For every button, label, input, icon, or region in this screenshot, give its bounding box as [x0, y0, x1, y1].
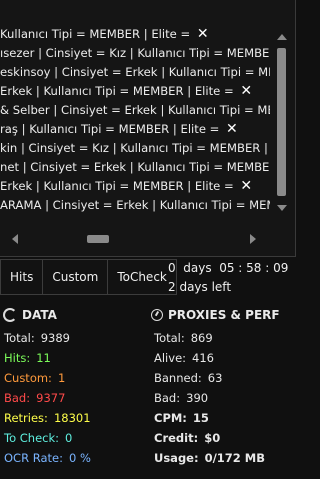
stat-value: 0 — [65, 431, 73, 445]
log-line: ARAMA | Cinsiyet = Erkek | Kullanıcı Tip… — [0, 196, 270, 215]
log-line-text: Kullanıcı Tipi = MEMBER | Elite = — [0, 27, 194, 41]
log-line: Kullanıcı Tipi = MEMBER | Elite = ✕ — [0, 25, 270, 44]
time-left: 2 days left — [168, 280, 232, 294]
proxy-stat-row: Credit: $0 — [154, 428, 220, 448]
stat-label: Alive: — [154, 351, 187, 365]
tab-custom[interactable]: Custom — [42, 259, 108, 295]
proxy-stat-row: Alive: 416 — [154, 348, 214, 368]
stat-value: 1 — [57, 371, 66, 385]
proxies-title: PROXIES & PERF — [168, 308, 280, 322]
stat-value: 9389 — [40, 331, 71, 345]
x-icon: ✕ — [226, 121, 238, 137]
stat-label: To Check: — [4, 431, 60, 445]
data-stat-row: OCR Rate: 0 % — [4, 448, 91, 468]
gauge-icon — [151, 309, 163, 321]
log-line-text: & Selber | Cinsiyet = Erkek | Kullanıcı … — [0, 103, 270, 117]
scroll-right-icon[interactable] — [250, 234, 256, 244]
scroll-down-icon[interactable] — [277, 205, 287, 211]
horizontal-scroll-thumb[interactable] — [87, 235, 109, 243]
log-line: eskinsoy | Cinsiyet = Erkek | Kullanıcı … — [0, 63, 270, 82]
log-line: kin | Cinsiyet = Kız | Kullanıcı Tipi = … — [0, 139, 270, 158]
vertical-scrollbar[interactable] — [271, 0, 293, 226]
log-line: Erkek | Kullanıcı Tipi = MEMBER | Elite … — [0, 82, 270, 101]
scroll-left-icon[interactable] — [12, 234, 18, 244]
log-line: net | Cinsiyet = Erkek | Kullanıcı Tipi … — [0, 158, 270, 177]
log-line-text: raş | Kullanıcı Tipi = MEMBER | Elite = — [0, 122, 224, 136]
data-title: DATA — [22, 308, 57, 322]
stat-label: Bad: — [4, 391, 31, 405]
elapsed-time: 0 days 05 : 58 : 09 — [168, 261, 289, 275]
stat-label: CPM: — [154, 411, 187, 425]
proxy-stat-row: CPM: 15 — [154, 408, 209, 428]
stat-label: Total: — [4, 331, 35, 345]
data-stat-row: Retries: 18301 — [4, 408, 91, 428]
log-line-text: Erkek | Kullanıcı Tipi = MEMBER | Elite … — [0, 84, 238, 98]
proxies-section-title: PROXIES & PERF — [151, 308, 280, 322]
log-line-text: net | Cinsiyet = Erkek | Kullanıcı Tipi … — [0, 160, 270, 174]
log-line: & Selber | Cinsiyet = Erkek | Kullanıcı … — [0, 101, 270, 120]
tab-hits[interactable]: Hits — [0, 259, 43, 295]
log-line-text: Erkek | Kullanıcı Tipi = MEMBER | Elite … — [0, 179, 238, 193]
proxy-stat-row: Banned: 63 — [154, 368, 222, 388]
horizontal-scrollbar[interactable] — [0, 228, 270, 250]
stat-value: 416 — [192, 351, 214, 365]
stat-label: Retries: — [4, 411, 48, 425]
data-stat-row: Total: 9389 — [4, 328, 70, 348]
x-icon: ✕ — [240, 178, 253, 194]
stat-value: 9377 — [36, 391, 66, 405]
log-line-text: ARAMA | Cinsiyet = Erkek | Kullanıcı Tip… — [0, 198, 270, 212]
stat-label: Banned: — [154, 371, 202, 385]
stat-value: $0 — [204, 431, 221, 445]
log-line: ısezer | Cinsiyet = Kız | Kullanıcı Tipi… — [0, 44, 270, 63]
stat-value: 0/172 MB — [204, 451, 265, 465]
stat-value: 18301 — [53, 411, 91, 425]
data-stat-row: Bad: 9377 — [4, 388, 65, 408]
result-tabs: Hits Custom ToCheck — [0, 259, 177, 295]
stat-value: 11 — [36, 351, 51, 365]
stat-label: Bad: — [154, 391, 181, 405]
stat-value: 0 % — [68, 451, 91, 465]
log-panel[interactable]: Kullanıcı Tipi = MEMBER | Elite = ✕ ıseze… — [0, 0, 296, 257]
stat-label: Total: — [154, 331, 185, 345]
x-icon: ✕ — [240, 83, 253, 99]
stat-label: Usage: — [154, 451, 199, 465]
stat-label: Hits: — [4, 351, 31, 365]
stat-label: Custom: — [4, 371, 52, 385]
tab-tocheck[interactable]: ToCheck — [107, 259, 177, 295]
log-line: Erkek | Kullanıcı Tipi = MEMBER | Elite … — [0, 177, 270, 196]
stat-value: 15 — [192, 411, 209, 425]
proxy-stat-row: Total: 869 — [154, 328, 213, 348]
log-line-text: eskinsoy | Cinsiyet = Erkek | Kullanıcı … — [0, 65, 270, 79]
data-stat-row: Custom: 1 — [4, 368, 65, 388]
log-line: raş | Kullanıcı Tipi = MEMBER | Elite = … — [0, 120, 270, 139]
proxy-stat-row: Usage: 0/172 MB — [154, 448, 265, 468]
data-section-title: DATA — [3, 308, 57, 322]
stat-label: Credit: — [154, 431, 199, 445]
stat-value: 869 — [190, 331, 213, 345]
x-icon: ✕ — [196, 26, 209, 42]
data-stat-row: Hits: 11 — [4, 348, 51, 368]
stat-label: OCR Rate: — [4, 451, 63, 465]
stat-value: 390 — [186, 391, 209, 405]
log-line-text: kin | Cinsiyet = Kız | Kullanıcı Tipi = … — [0, 141, 270, 155]
log-lines: Kullanıcı Tipi = MEMBER | Elite = ✕ ıseze… — [0, 0, 270, 226]
vertical-scroll-thumb[interactable] — [277, 48, 286, 196]
log-line-text: ısezer | Cinsiyet = Kız | Kullanıcı Tipi… — [0, 46, 270, 60]
scroll-up-icon[interactable] — [277, 34, 287, 40]
runtime-timer: 0 days 05 : 58 : 09 2 days left — [168, 259, 288, 297]
proxy-stat-row: Bad: 390 — [154, 388, 208, 408]
data-stat-row: To Check: 0 — [4, 428, 72, 448]
refresh-icon — [3, 308, 17, 322]
stat-value: 63 — [207, 371, 223, 385]
